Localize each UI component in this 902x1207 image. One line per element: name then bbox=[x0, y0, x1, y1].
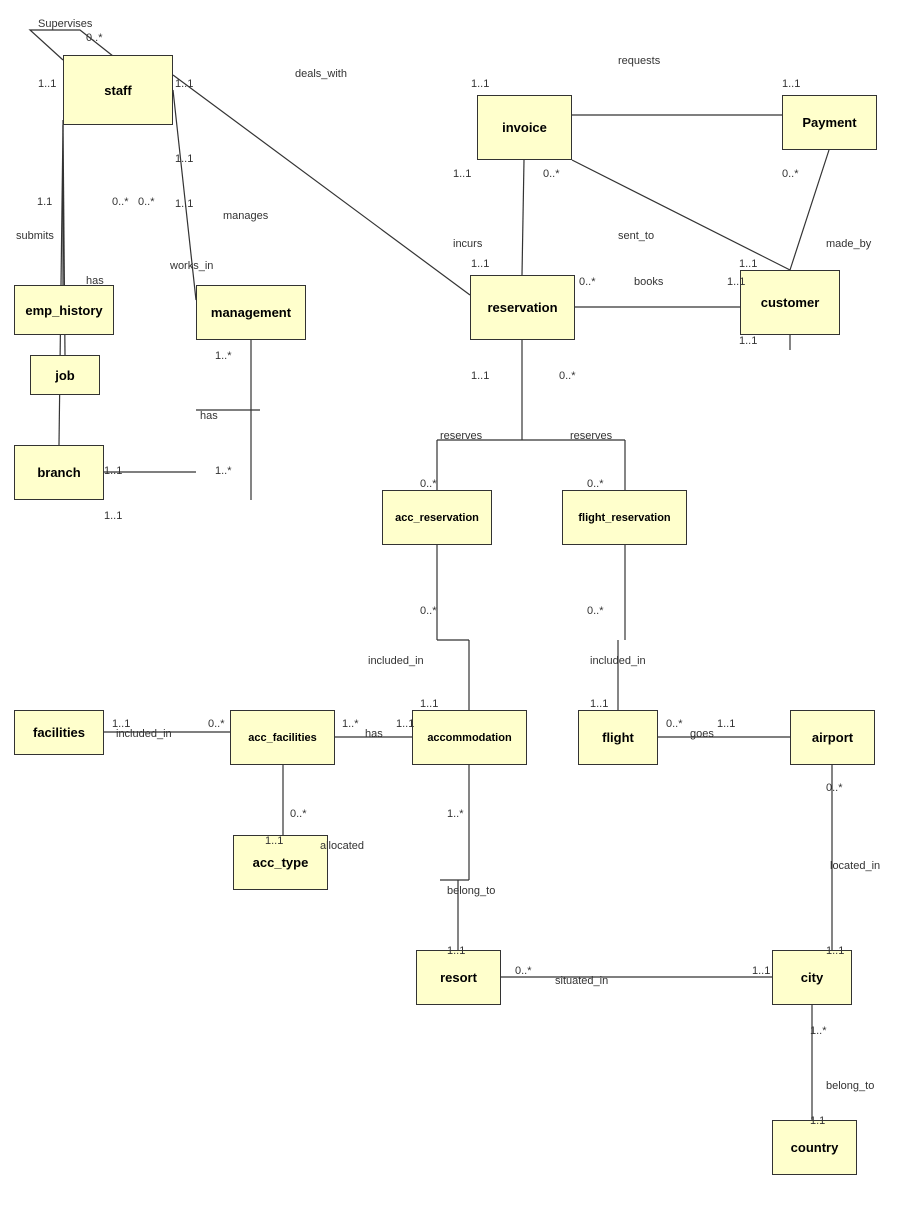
connection-lines bbox=[0, 0, 902, 1207]
entity-resort: resort bbox=[416, 950, 501, 1005]
entity-city: city bbox=[772, 950, 852, 1005]
label-1-1-city: 1..1 bbox=[752, 965, 770, 977]
label-included-in1: included_in bbox=[368, 655, 424, 667]
label-1-1-payment: 1..1 bbox=[782, 78, 800, 90]
label-manages: manages bbox=[223, 210, 268, 222]
diagram-container: staff emp_history job branch management … bbox=[0, 0, 902, 1207]
label-1-1-resort: 1..1 bbox=[447, 945, 465, 957]
label-1-1-a: 1..1 bbox=[175, 153, 193, 165]
label-situated-in: situated_in bbox=[555, 975, 608, 987]
label-included-in2: included_in bbox=[590, 655, 646, 667]
entity-flight-reservation: flight_reservation bbox=[562, 490, 687, 545]
label-1-1-res2: 1..1 bbox=[471, 370, 489, 382]
entity-facilities: facilities bbox=[14, 710, 104, 755]
label-0star-inv: 0..* bbox=[543, 168, 560, 180]
label-has-acc: has bbox=[365, 728, 383, 740]
label-has: has bbox=[86, 275, 104, 287]
label-1star-accf: 1..* bbox=[342, 718, 359, 730]
label-1-1-submits: 1.1 bbox=[37, 196, 52, 208]
label-1-1-branch: 1..1 bbox=[104, 465, 122, 477]
label-0star-acc: 0..* bbox=[420, 478, 437, 490]
label-0star-res2: 0..* bbox=[559, 370, 576, 382]
label-reserves2: reserves bbox=[570, 430, 612, 442]
label-1-1-staff-left: 1..1 bbox=[38, 78, 56, 90]
label-0star-acc2: 0..* bbox=[420, 605, 437, 617]
entity-job: job bbox=[30, 355, 100, 395]
entity-country: country bbox=[772, 1120, 857, 1175]
label-0star-pay: 0..* bbox=[782, 168, 799, 180]
entity-payment: Payment bbox=[782, 95, 877, 150]
label-supervises: Supervises bbox=[38, 18, 92, 30]
label-0star-1: 0..* bbox=[86, 32, 103, 44]
label-1star-accm: 1..* bbox=[447, 808, 464, 820]
label-1-1-branch2: 1..1 bbox=[104, 510, 122, 522]
label-submits: submits bbox=[16, 230, 54, 242]
label-0star-fac: 0..* bbox=[208, 718, 225, 730]
label-made-by: made_by bbox=[826, 238, 871, 250]
label-deals-with: deals_with bbox=[295, 68, 347, 80]
label-requests: requests bbox=[618, 55, 660, 67]
label-1-1-air: 1..1 bbox=[826, 945, 844, 957]
label-1-1-accf: 1..1 bbox=[396, 718, 414, 730]
label-1-1-goes: 1..1 bbox=[717, 718, 735, 730]
label-located-in: located_in bbox=[830, 860, 880, 872]
label-1-1-invoice: 1..1 bbox=[471, 78, 489, 90]
entity-staff: staff bbox=[63, 55, 173, 125]
entity-invoice: invoice bbox=[477, 95, 572, 160]
label-0star-has: 0..* bbox=[112, 196, 129, 208]
label-0star-resort: 0..* bbox=[515, 965, 532, 977]
entity-branch: branch bbox=[14, 445, 104, 500]
entity-customer: customer bbox=[740, 270, 840, 335]
entity-management: management bbox=[196, 285, 306, 340]
label-works-in: works_in bbox=[170, 260, 213, 272]
label-1-1-cust3: 1..1 bbox=[739, 335, 757, 347]
label-1-1-staff-right: 1..1 bbox=[175, 78, 193, 90]
label-1-1-cust: 1..1 bbox=[727, 276, 745, 288]
entity-accommodation: accommodation bbox=[412, 710, 527, 765]
label-1-1-flt: 1..1 bbox=[590, 698, 608, 710]
label-allocated: allocated bbox=[320, 840, 364, 852]
label-belong-to1: belong_to bbox=[447, 885, 495, 897]
label-1-1-inv2: 1..1 bbox=[453, 168, 471, 180]
label-1-1-b: 1..1 bbox=[175, 198, 193, 210]
label-belong-to2: belong_to bbox=[826, 1080, 874, 1092]
label-0star-alloc: 0..* bbox=[290, 808, 307, 820]
label-1-1-res: 1..1 bbox=[471, 258, 489, 270]
label-included-in3: included_in bbox=[116, 728, 172, 740]
label-goes: goes bbox=[690, 728, 714, 740]
entity-airport: airport bbox=[790, 710, 875, 765]
label-1star-mgmt: 1..* bbox=[215, 350, 232, 362]
entity-acc-facilities: acc_facilities bbox=[230, 710, 335, 765]
label-1-1-country: 1.1 bbox=[810, 1115, 825, 1127]
label-books: books bbox=[634, 276, 663, 288]
label-0star-flt: 0..* bbox=[587, 478, 604, 490]
entity-acc-reservation: acc_reservation bbox=[382, 490, 492, 545]
label-reserves1: reserves bbox=[440, 430, 482, 442]
label-0star-air: 0..* bbox=[826, 782, 843, 794]
label-sent-to: sent_to bbox=[618, 230, 654, 242]
label-0star-flt2: 0..* bbox=[587, 605, 604, 617]
label-has-mgmt: has bbox=[200, 410, 218, 422]
label-0star-goes: 0..* bbox=[666, 718, 683, 730]
label-1star-mgmt2: 1..* bbox=[215, 465, 232, 477]
label-0star-has2: 0..* bbox=[138, 196, 155, 208]
label-1-1-acct: 1..1 bbox=[265, 835, 283, 847]
label-1-1-acc: 1..1 bbox=[420, 698, 438, 710]
label-0star-res: 0..* bbox=[579, 276, 596, 288]
entity-reservation: reservation bbox=[470, 275, 575, 340]
label-1star-city: 1..* bbox=[810, 1025, 827, 1037]
entity-emp-history: emp_history bbox=[14, 285, 114, 335]
label-1-1-cust2: 1..1 bbox=[739, 258, 757, 270]
label-incurs: incurs bbox=[453, 238, 482, 250]
entity-flight: flight bbox=[578, 710, 658, 765]
